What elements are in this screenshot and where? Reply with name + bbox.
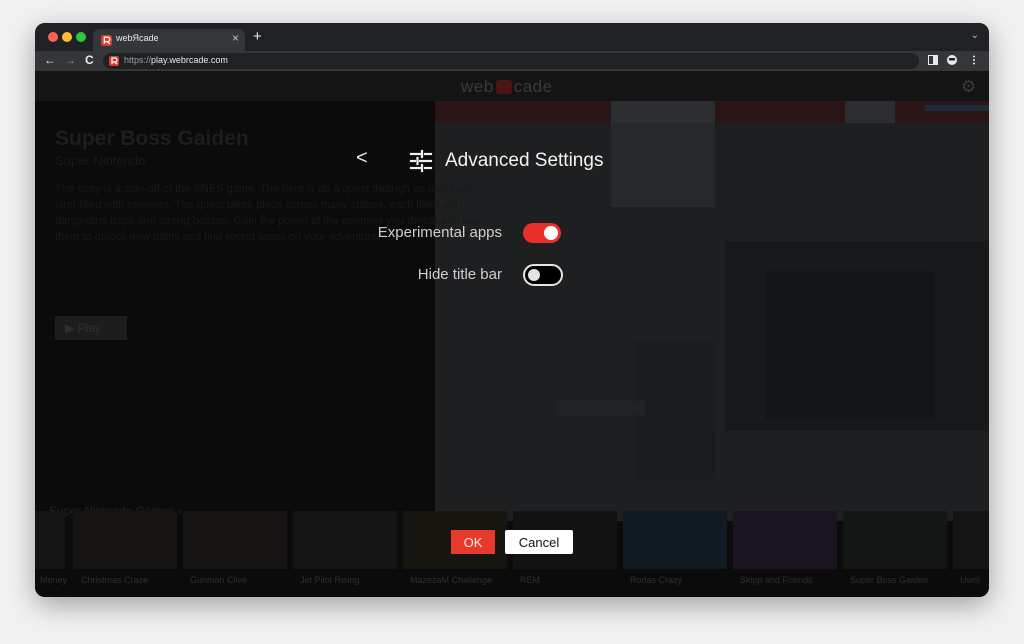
webrcade-favicon-icon [101, 35, 112, 46]
game-label: Uwol [960, 575, 981, 585]
forward-button[interactable]: → [64, 53, 76, 67]
game-label: REM [520, 575, 540, 585]
game-thumbnail[interactable] [733, 511, 837, 569]
browser-tab[interactable]: webЯcade × [93, 29, 245, 51]
game-thumbnail[interactable] [623, 511, 727, 569]
hero-platform: Super Nintendo [55, 153, 146, 168]
dialog-back-icon[interactable]: < [356, 147, 368, 170]
hero-game-title: Super Boss Gaiden [55, 127, 249, 150]
maximize-window-button[interactable] [76, 32, 86, 42]
game-label: Super Boss Gaiden [850, 575, 929, 585]
game-thumbnail[interactable] [73, 511, 177, 569]
webrcade-page: web cade ⚙ Super Boss Gaiden Super Ninten… [35, 71, 989, 597]
game-thumbnail[interactable] [953, 511, 989, 569]
toggle-knob [528, 269, 540, 281]
cancel-button[interactable]: Cancel [505, 530, 573, 554]
reload-button[interactable]: C [85, 53, 94, 67]
game-thumbnail[interactable] [183, 511, 287, 569]
tab-strip: webЯcade × + ⌄ [35, 23, 989, 51]
site-favicon-icon [109, 56, 119, 66]
game-label: Gunman Clive [190, 575, 248, 585]
browser-toolbar: ← → C https://play.webrcade.com [35, 51, 989, 71]
game-label: Skipp and Friends [740, 575, 813, 585]
toggle-knob [544, 226, 558, 240]
experimental-apps-label: Experimental apps [377, 224, 502, 241]
game-thumbnail[interactable] [843, 511, 947, 569]
ok-button[interactable]: OK [451, 530, 495, 554]
url-text: https://play.webrcade.com [124, 55, 228, 65]
back-button[interactable]: ← [44, 53, 56, 67]
app-header: web cade ⚙ [35, 71, 989, 101]
game-label: Rodas Crazy [630, 575, 683, 585]
address-bar[interactable]: https://play.webrcade.com [103, 53, 919, 69]
hide-title-bar-label: Hide title bar [417, 266, 502, 283]
tab-close-icon[interactable]: × [232, 31, 239, 45]
dialog-title: Advanced Settings [445, 150, 604, 171]
webrcade-logo: web cade [461, 77, 553, 96]
settings-gear-icon[interactable]: ⚙ [961, 77, 976, 97]
more-menu-icon[interactable] [969, 55, 979, 65]
experimental-apps-toggle[interactable] [523, 223, 561, 243]
new-tab-button[interactable]: + [253, 28, 262, 45]
logo-mark-icon [495, 80, 512, 94]
game-label: Jet Pilot Rising [300, 575, 360, 585]
minimize-window-button[interactable] [62, 32, 72, 42]
close-window-button[interactable] [48, 32, 58, 42]
tab-search-icon[interactable]: ⌄ [971, 30, 979, 41]
hide-title-bar-toggle[interactable] [523, 264, 563, 286]
profile-avatar-icon[interactable] [947, 55, 957, 65]
sidebar-icon[interactable] [928, 55, 938, 65]
game-label: Money [40, 575, 68, 585]
game-thumbnail[interactable] [293, 511, 397, 569]
game-carousel: Money Christmas Craze Gunman Clive Jet P… [35, 511, 989, 597]
game-label: MazezaM Challenge [410, 575, 493, 585]
browser-window: webЯcade × + ⌄ ← → C https://play.webrca… [35, 23, 989, 597]
sliders-icon [409, 149, 433, 173]
game-label: Christmas Craze [81, 575, 149, 585]
game-thumbnail[interactable] [35, 511, 65, 569]
tab-title: webЯcade [116, 33, 159, 43]
play-button[interactable]: ▶ Play [55, 316, 127, 340]
